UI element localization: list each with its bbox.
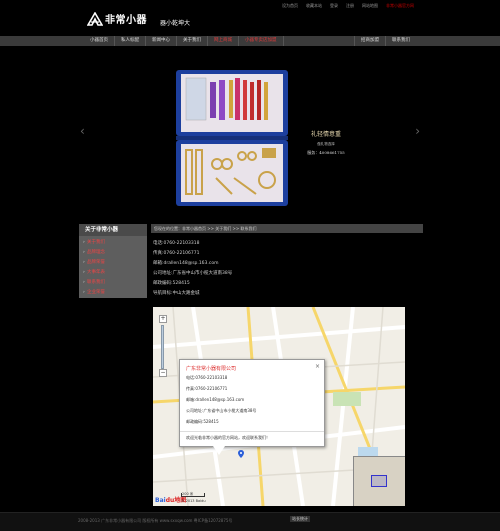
- top-link-sitemap[interactable]: 网站地图: [362, 3, 378, 9]
- map-zoom-control: + −: [159, 315, 167, 385]
- map-pin-icon[interactable]: [238, 450, 244, 458]
- map-overview[interactable]: [353, 456, 405, 506]
- map-zoom-in-button[interactable]: +: [159, 315, 167, 323]
- breadcrumb: 您现在的位置：非常小器首页 >> 关于我们 >> 联系我们: [151, 224, 423, 233]
- footer-stats-badge[interactable]: 站长统计: [290, 516, 310, 522]
- sidebar-item-brand-honor[interactable]: 品牌荣誉: [79, 258, 147, 268]
- map-info-postcode: 邮政编码:528415: [186, 419, 219, 424]
- top-link-official[interactable]: 非常小器官方网: [386, 3, 414, 9]
- sidebar-item-brand-idea[interactable]: 品牌理念: [79, 248, 147, 258]
- logo-text[interactable]: 非常小器: [105, 11, 147, 26]
- banner-caption-sub: 做礼物选择: [317, 142, 335, 146]
- slogan: 器小乾坤大: [160, 20, 191, 27]
- contact-address: 公司地址:广东省中山市小榄大道南38号: [153, 271, 233, 276]
- contact-email: 邮箱:drallen148@sp.163.com: [153, 261, 219, 266]
- baidu-logo-left: Bai: [155, 497, 166, 504]
- sidebar-title: 关于非常小器: [79, 224, 147, 236]
- close-icon[interactable]: ×: [315, 363, 320, 370]
- contact-postcode: 邮政编码:528415: [153, 281, 190, 286]
- footer: 2008-2013 广东非常小器有限公司 版权所有 www.sxxqw.com …: [0, 512, 500, 531]
- main-nav: 小器首页 私人标配 新闻中心 关于我们 网上商城 小器专卖店加盟 招商加盟 联系…: [0, 36, 500, 46]
- map-info-fax: 传真:0760-22106771: [186, 386, 228, 391]
- banner: ‹ › 礼轻情意重 做礼物选择 服务：4008661755: [0, 46, 500, 216]
- baidu-map[interactable]: + − 广东非常小器有限公司 × 电话:0760-22103318 传真:076…: [153, 307, 405, 506]
- contact-phone: 电话:0760-22103318: [153, 241, 200, 246]
- map-zoom-out-button[interactable]: −: [159, 369, 167, 377]
- banner-caption-phone: 服务：4008661755: [307, 150, 345, 155]
- banner-caption: 礼轻情意重 做礼物选择 服务：4008661755: [296, 129, 356, 156]
- logo-icon[interactable]: [87, 12, 103, 26]
- map-info-address: 公司地址:广东省中山市小榄大道南38号: [186, 408, 257, 413]
- contact-info: 电话:0760-22103318 传真:0760-22106771 邮箱:dra…: [151, 233, 423, 299]
- sidebar-item-corporate-honor[interactable]: 企业荣誉: [79, 288, 147, 298]
- top-link-favorite[interactable]: 收藏本站: [306, 3, 322, 9]
- map-info-phone: 电话:0760-22103318: [186, 375, 228, 380]
- contact-fax: 传真:0760-22106771: [153, 251, 200, 256]
- map-info-footer: 欢迎光临非常小器的官方网站，欢迎联系我们！: [180, 431, 324, 441]
- map-overview-viewport[interactable]: [371, 475, 387, 487]
- map-copyright: © 2013 Baidu: [181, 499, 206, 503]
- map-info-pointer: [213, 446, 225, 455]
- header: 非常小器 器小乾坤大 设为首页 收藏本站 登录 注册 网站地图 非常小器官方网: [0, 0, 500, 36]
- banner-caption-title: 礼轻情意重: [310, 131, 341, 138]
- banner-next-icon[interactable]: ›: [415, 124, 420, 138]
- product-image: [176, 70, 288, 206]
- nav-item-home[interactable]: 小器首页: [84, 36, 115, 46]
- sidebar-list: 关于我们 品牌理念 品牌荣誉 大事年表 联系我们 企业荣誉: [79, 236, 147, 298]
- top-link-login[interactable]: 登录: [330, 3, 338, 9]
- banner-prev-icon[interactable]: ‹: [80, 124, 85, 138]
- footer-copyright: 2008-2013 广东非常小器有限公司 版权所有 www.sxxqw.com …: [78, 518, 233, 523]
- map-info-window: 广东非常小器有限公司 × 电话:0760-22103318 传真:0760-22…: [179, 359, 325, 447]
- nav-item-news[interactable]: 新闻中心: [146, 36, 177, 46]
- nav-item-shop[interactable]: 网上商城: [208, 36, 239, 46]
- top-link-homepage[interactable]: 设为首页: [282, 3, 298, 9]
- top-link-register[interactable]: 注册: [346, 3, 354, 9]
- contact-navigation: 导航目标:中山大路金城: [153, 291, 200, 296]
- nav-item-store-franchise[interactable]: 小器专卖店加盟: [239, 36, 284, 46]
- sidebar-item-timeline[interactable]: 大事年表: [79, 268, 147, 278]
- main-content: 您现在的位置：非常小器首页 >> 关于我们 >> 联系我们 电话:0760-22…: [151, 224, 423, 299]
- sidebar-item-about[interactable]: 关于我们: [79, 238, 147, 248]
- sidebar-item-contact[interactable]: 联系我们: [79, 278, 147, 288]
- map-info-email: 邮箱:drallen148@sp.163.com: [186, 397, 245, 402]
- sidebar: 关于非常小器 关于我们 品牌理念 品牌荣誉 大事年表 联系我们 企业荣誉: [79, 224, 147, 298]
- nav-item-about[interactable]: 关于我们: [177, 36, 208, 46]
- nav-item-contact[interactable]: 联系我们: [385, 36, 416, 46]
- map-zoom-slider[interactable]: [161, 325, 164, 369]
- nav-item-franchise[interactable]: 招商加盟: [354, 36, 385, 46]
- nav-item-private-set[interactable]: 私人标配: [115, 36, 146, 46]
- top-links: 设为首页 收藏本站 登录 注册 网站地图 非常小器官方网: [282, 3, 414, 9]
- map-info-title: 广东非常小器有限公司: [186, 366, 237, 372]
